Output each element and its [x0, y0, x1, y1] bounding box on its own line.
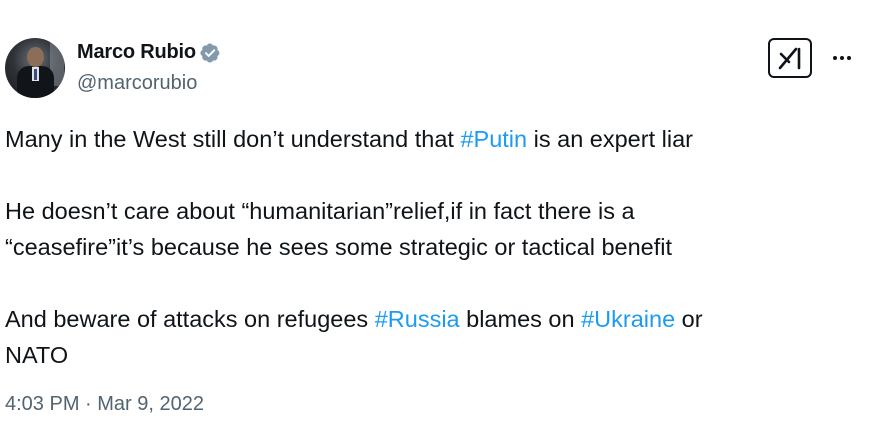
avatar[interactable] [5, 38, 65, 98]
verified-badge-icon [199, 42, 221, 64]
avatar-tie [34, 69, 37, 80]
author-handle[interactable]: @marcorubio [77, 72, 197, 95]
hashtag-putin[interactable]: #Putin [460, 126, 527, 152]
tweet-text: Many in the West still don’t understand … [5, 121, 865, 373]
more-options-icon[interactable] [829, 45, 855, 71]
author-name-row: Marco Rubio [77, 41, 221, 64]
author-name[interactable]: Marco Rubio [77, 41, 196, 64]
tweet-paragraph-2: He doesn’t care about “humanitarian”reli… [5, 198, 673, 260]
grok-x-icon[interactable] [768, 38, 812, 78]
tweet-paragraph-1: Many in the West still don’t understand … [5, 126, 693, 152]
hashtag-russia[interactable]: #Russia [375, 306, 460, 332]
tweet-timestamp[interactable]: 4:03 PM · Mar 9, 2022 [5, 393, 204, 416]
avatar-head [27, 47, 44, 67]
tweet-header: Marco Rubio @marcorubio [5, 36, 878, 100]
hashtag-ukraine[interactable]: #Ukraine [581, 306, 675, 332]
tweet-paragraph-3: And beware of attacks on refugees #Russi… [5, 306, 703, 368]
